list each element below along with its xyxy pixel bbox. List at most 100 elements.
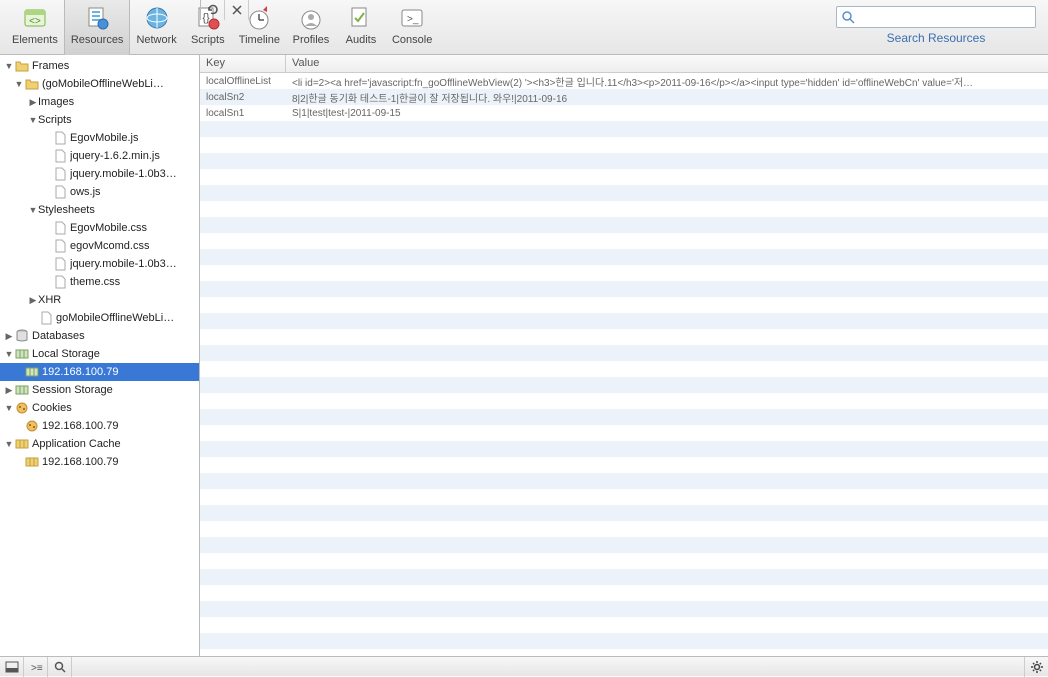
tree-topframe[interactable]: ▼(goMobileOfflineWebLi…: [0, 75, 199, 93]
table-row-empty: [200, 345, 1048, 361]
toolbar-label: Scripts: [191, 34, 225, 46]
file-icon: [52, 274, 68, 290]
column-header-value[interactable]: Value: [286, 55, 1048, 72]
table-row-empty: [200, 153, 1048, 169]
table-row-empty: [200, 601, 1048, 617]
toolbar-label: Audits: [346, 34, 377, 46]
toolbar-label: Profiles: [293, 34, 330, 46]
main-toolbar: <> Elements Resources Network {} Scripts…: [0, 0, 1048, 55]
table-row[interactable]: localSn28|2|한글 동기화 테스트-1|한글이 잘 저장됩니다. 와우…: [200, 89, 1048, 105]
appcache-icon: [24, 454, 40, 470]
table-row-empty: [200, 313, 1048, 329]
toolbar-label: Elements: [12, 34, 58, 46]
file-icon: [52, 184, 68, 200]
file-icon: [52, 256, 68, 272]
table-row-empty: [200, 249, 1048, 265]
tree-session-storage[interactable]: ▶Session Storage: [0, 381, 199, 399]
tab-elements[interactable]: <> Elements: [6, 0, 64, 55]
table-row-empty: [200, 185, 1048, 201]
storage-icon: [14, 346, 30, 362]
table-row-empty: [200, 281, 1048, 297]
table-row-empty: [200, 457, 1048, 473]
table-row-empty: [200, 121, 1048, 137]
tree-script-file[interactable]: jquery.mobile-1.0b3…: [0, 165, 199, 183]
table-row-empty: [200, 361, 1048, 377]
statusbar-left: >≡: [0, 657, 72, 677]
search-input[interactable]: [836, 6, 1036, 28]
elements-icon: <>: [21, 4, 49, 32]
tree-stylesheet-file[interactable]: theme.css: [0, 273, 199, 291]
tree-cookies[interactable]: ▼Cookies: [0, 399, 199, 417]
file-icon: [52, 238, 68, 254]
tree-local-storage-host[interactable]: 192.168.100.79: [0, 363, 199, 381]
folder-icon: [14, 58, 30, 74]
table-row-empty: [200, 233, 1048, 249]
dock-button[interactable]: [0, 657, 24, 677]
cell-value: 8|2|한글 동기화 테스트-1|한글이 잘 저장됩니다. 와우!|2011-0…: [286, 90, 1048, 105]
file-icon: [52, 130, 68, 146]
tree-frames[interactable]: ▼Frames: [0, 57, 199, 75]
table-row-empty: [200, 553, 1048, 569]
refresh-button[interactable]: [201, 0, 225, 20]
tree-images[interactable]: ▶Images: [0, 93, 199, 111]
appcache-icon: [14, 436, 30, 452]
tree-script-file[interactable]: jquery-1.6.2.min.js: [0, 147, 199, 165]
table-row-empty: [200, 137, 1048, 153]
database-icon: [14, 328, 30, 344]
table-row-empty: [200, 633, 1048, 649]
tree-local-storage[interactable]: ▼Local Storage: [0, 345, 199, 363]
search-icon: [841, 10, 855, 24]
toolbar-label: Resources: [71, 34, 124, 46]
cell-key: localSn1: [200, 108, 286, 119]
statusbar: >≡: [0, 656, 1048, 676]
file-icon: [38, 310, 54, 326]
tree-scripts-folder[interactable]: ▼Scripts: [0, 111, 199, 129]
tab-network[interactable]: Network: [130, 0, 182, 55]
table-row-empty: [200, 489, 1048, 505]
tree-stylesheets-folder[interactable]: ▼Stylesheets: [0, 201, 199, 219]
svg-text:>≡: >≡: [31, 663, 43, 673]
tree-app-cache-host[interactable]: 192.168.100.79: [0, 453, 199, 471]
network-icon: [143, 4, 171, 32]
tree-app-cache[interactable]: ▼Application Cache: [0, 435, 199, 453]
cookies-icon: [14, 400, 30, 416]
toolbar-label: Timeline: [239, 34, 280, 46]
grid-body: localOfflineList<li id=2><a href='javasc…: [200, 73, 1048, 656]
table-row-empty: [200, 617, 1048, 633]
main-panel: ▼Frames ▼(goMobileOfflineWebLi… ▶Images …: [0, 55, 1048, 656]
console-toggle-button[interactable]: >≡: [24, 657, 48, 677]
tree-script-file[interactable]: ows.js: [0, 183, 199, 201]
table-row-empty: [200, 521, 1048, 537]
grid-header: Key Value: [200, 55, 1048, 73]
table-row-empty: [200, 393, 1048, 409]
tree-stylesheet-file[interactable]: egovMcomd.css: [0, 237, 199, 255]
svg-text:<>: <>: [29, 16, 41, 27]
statusbar-right: [1024, 657, 1048, 677]
table-row-empty: [200, 473, 1048, 489]
tree-cookies-host[interactable]: 192.168.100.79: [0, 417, 199, 435]
tree-script-file[interactable]: EgovMobile.js: [0, 129, 199, 147]
svg-text:>_: >_: [407, 14, 419, 25]
cell-value: <li id=2><a href='javascript:fn_goOfflin…: [286, 74, 1048, 89]
tab-resources[interactable]: Resources: [64, 0, 131, 55]
toolbar-label: Network: [136, 34, 176, 46]
cookies-icon: [24, 418, 40, 434]
tree-databases[interactable]: ▶Databases: [0, 327, 199, 345]
table-row-empty: [200, 201, 1048, 217]
settings-button[interactable]: [1024, 657, 1048, 677]
table-row-empty: [200, 441, 1048, 457]
table-row-empty: [200, 425, 1048, 441]
tree-stylesheet-file[interactable]: jquery.mobile-1.0b3…: [0, 255, 199, 273]
delete-button[interactable]: [225, 0, 249, 20]
tree-stylesheet-file[interactable]: EgovMobile.css: [0, 219, 199, 237]
table-row[interactable]: localSn1S|1|test|test-|2011-09-15: [200, 105, 1048, 121]
table-row[interactable]: localOfflineList<li id=2><a href='javasc…: [200, 73, 1048, 89]
table-row-empty: [200, 537, 1048, 553]
table-row-empty: [200, 297, 1048, 313]
tree-pagefile[interactable]: goMobileOfflineWebLi…: [0, 309, 199, 327]
resources-icon: [83, 4, 111, 32]
tree-xhr[interactable]: ▶XHR: [0, 291, 199, 309]
column-header-key[interactable]: Key: [200, 55, 286, 72]
search-toggle-button[interactable]: [48, 657, 72, 677]
folder-icon: [24, 76, 40, 92]
